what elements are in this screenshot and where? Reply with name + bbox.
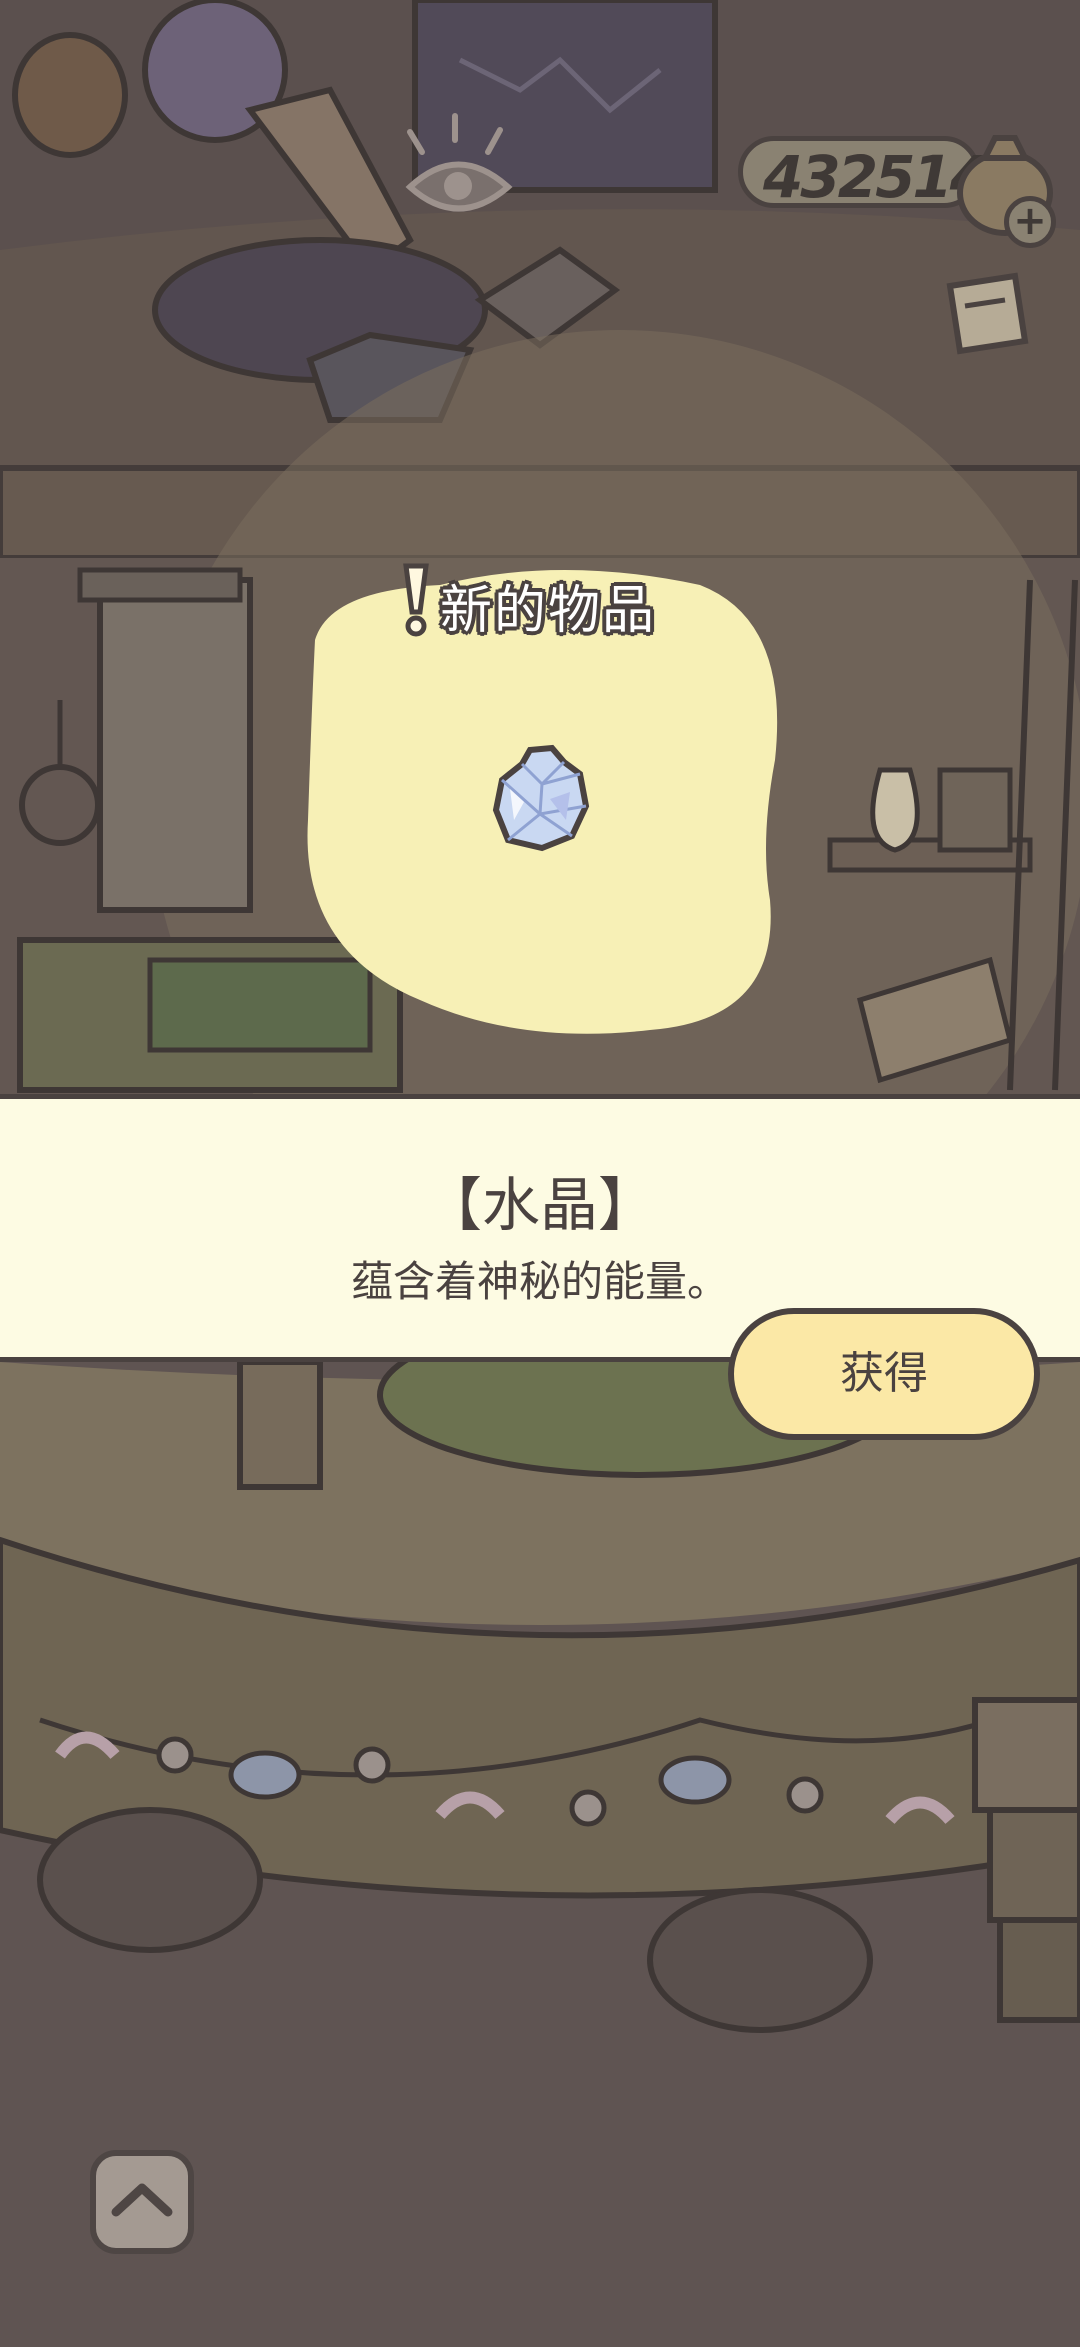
eye-icon [400,112,520,222]
chevron-up-icon [111,2183,173,2217]
add-coins-button[interactable]: + [1004,196,1056,248]
item-name: 【水晶】 [423,1171,656,1239]
crystal-icon [490,744,590,854]
obtain-button[interactable]: 获得 [728,1308,1040,1440]
exclamation-icon [396,560,436,638]
new-item-header: 新的物品 [440,581,657,641]
coin-counter: 432514 [738,136,990,211]
item-description: 蕴含着神秘的能量。 [350,1257,729,1306]
plus-icon: + [1013,198,1047,244]
note-icon[interactable] [930,266,1040,366]
expand-up-button[interactable] [90,2150,194,2254]
